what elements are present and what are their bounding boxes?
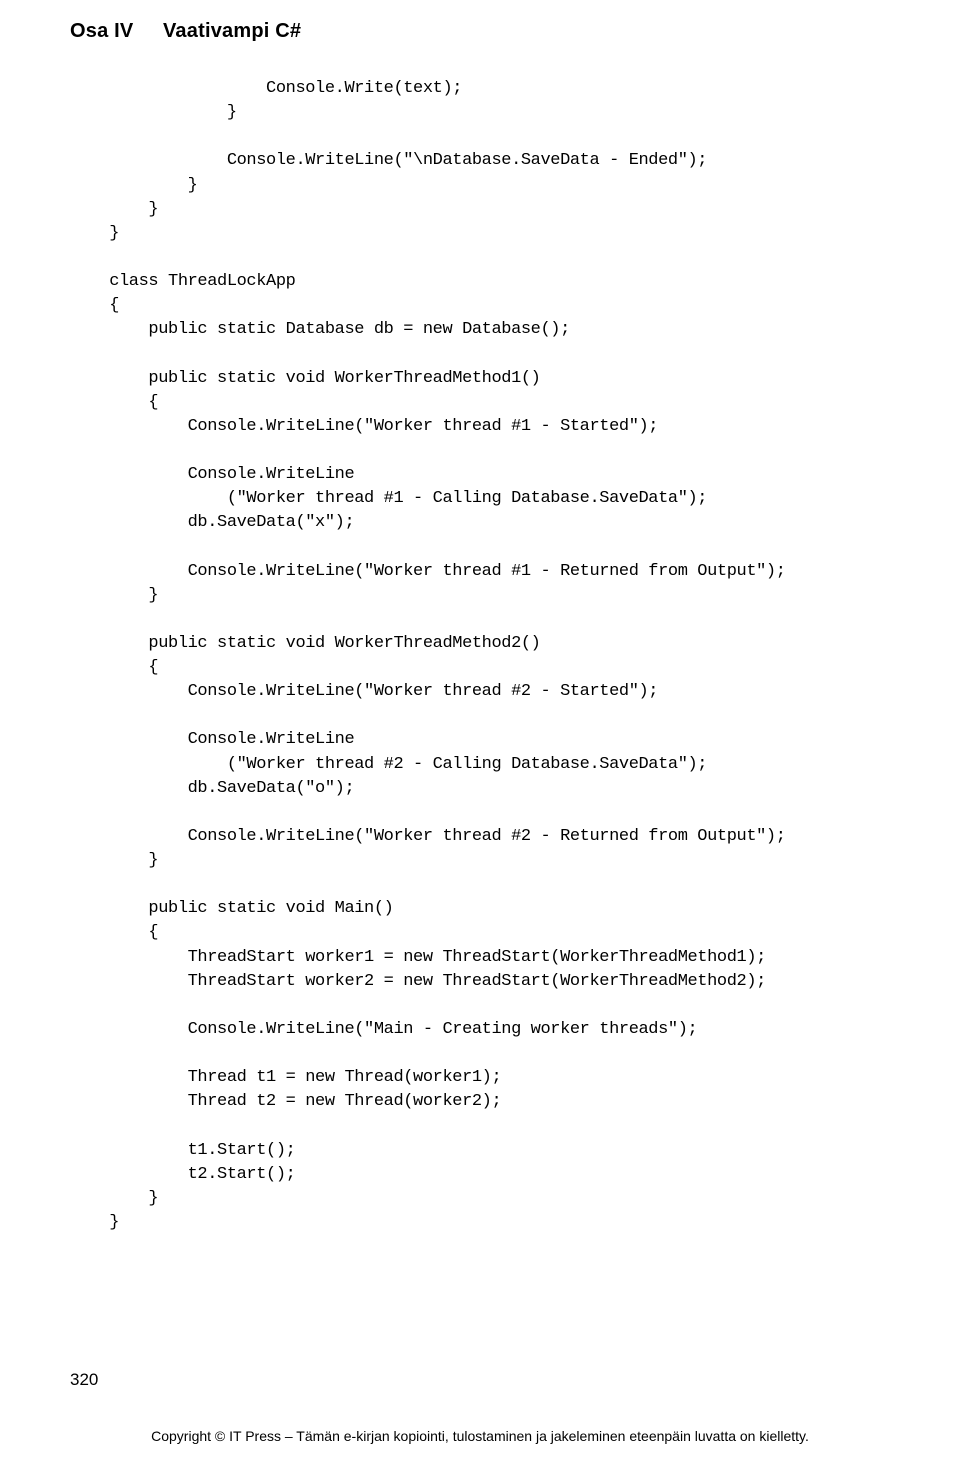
code-block: Console.Write(text); } Console.WriteLine… — [70, 77, 890, 1235]
page-number: 320 — [70, 1370, 890, 1390]
page-header: Osa IV Vaativampi C# — [70, 20, 890, 43]
page-footer: 320 Copyright © IT Press – Tämän e-kirja… — [0, 1370, 960, 1444]
copyright-notice: Copyright © IT Press – Tämän e-kirjan ko… — [70, 1428, 890, 1444]
page: Osa IV Vaativampi C# Console.Write(text)… — [0, 0, 960, 1484]
header-part: Osa IV — [70, 20, 133, 42]
header-title: Vaativampi C# — [163, 20, 301, 42]
